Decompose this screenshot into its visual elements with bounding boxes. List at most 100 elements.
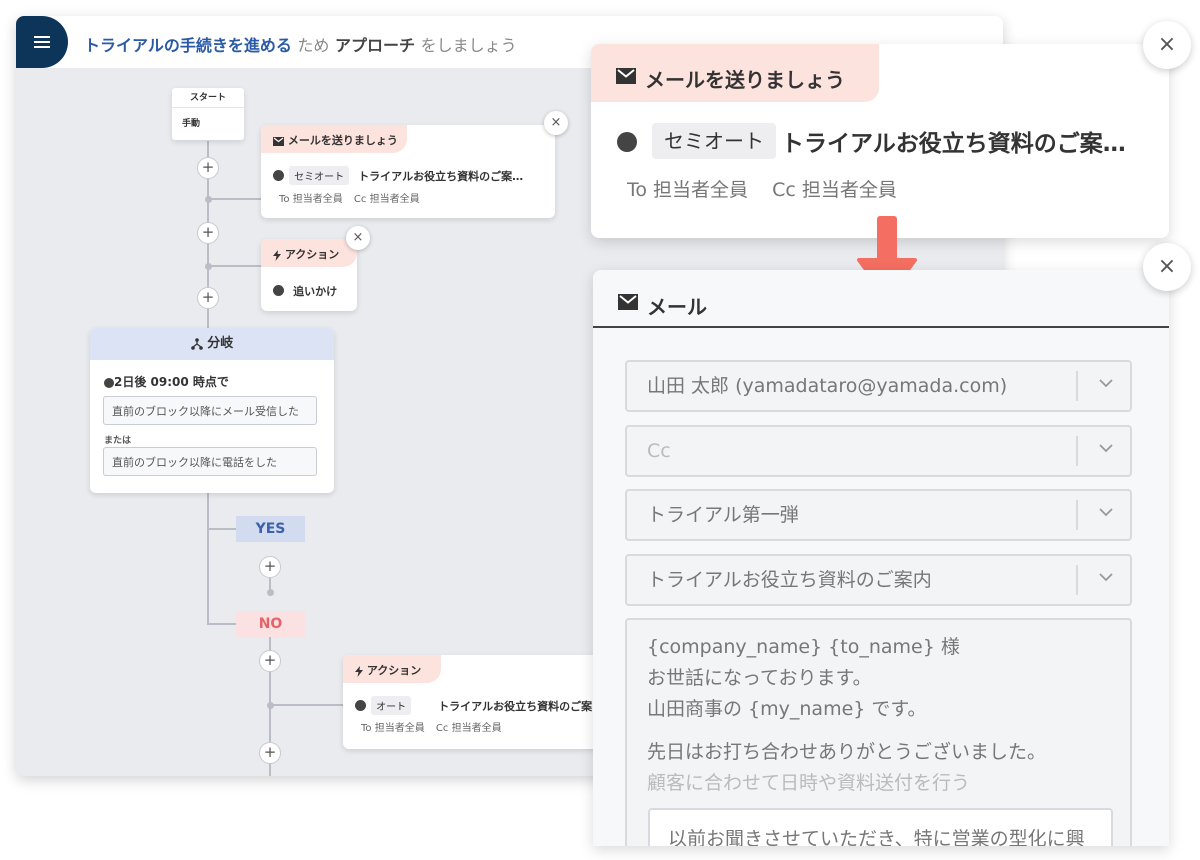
close-mail-editor-button[interactable]: × (1143, 243, 1191, 291)
connector-line (207, 528, 237, 530)
branch-node-header: 分岐 (90, 328, 334, 360)
branch-or-label: または (104, 436, 132, 446)
subject-value: トライアルお役立ち資料のご案内 (647, 569, 932, 591)
add-step-button[interactable]: + (197, 222, 219, 244)
envelope-icon (618, 294, 638, 310)
mail-node-row: セミオート トライアルお役立ち資料のご案… (273, 165, 523, 185)
action-node-tab: アクション (261, 239, 357, 267)
action-node[interactable]: アクション 追いかけ (261, 239, 357, 311)
connector-line (207, 623, 237, 625)
body-line: 山田商事の {my_name} です。 (647, 698, 927, 720)
connector-dot (267, 702, 274, 709)
mail-card-to: To 担当者全員 (627, 179, 749, 201)
connector-dot (267, 589, 274, 596)
add-step-button[interactable]: + (197, 287, 219, 309)
title-suffix: をしましょう (420, 36, 517, 55)
branch-condition-1[interactable]: 直前のブロック以降にメール受信した (103, 396, 317, 425)
action-node-subject: トライアルお役立ち資料のご案 (438, 700, 593, 713)
select-divider (1076, 436, 1078, 466)
select-divider (1076, 371, 1078, 401)
title-goal: トライアルの手続きを進める (84, 36, 292, 55)
status-dot (355, 700, 366, 711)
branch-condition: 2日後 09:00 時点で (104, 373, 229, 390)
lightning-icon (355, 665, 363, 677)
from-value: 山田 太郎 (yamadataro@yamada.com) (647, 375, 1008, 397)
body-line: お世話になっております。 (647, 667, 872, 689)
start-node[interactable]: スタート 手動 (172, 88, 244, 140)
page-title: トライアルの手続きを進める ため アプローチ をしましょう (84, 32, 517, 56)
chevron-down-icon (1099, 573, 1113, 582)
envelope-icon (273, 136, 284, 146)
cc-placeholder: Cc (647, 440, 671, 462)
mail-body-text: {company_name} {to_name} 様 お世話になっております。 … (647, 632, 1046, 799)
action-node-row: オート トライアルお役立ち資料のご案 (355, 695, 592, 715)
connector-line (269, 704, 344, 706)
chevron-down-icon (1099, 379, 1113, 388)
body-line: 先日はお打ち合わせありがとうございました。 (647, 741, 1047, 763)
from-select[interactable]: 山田 太郎 (yamadataro@yamada.com) (625, 360, 1132, 412)
subject-select[interactable]: トライアルお役立ち資料のご案内 (625, 554, 1132, 606)
add-step-button[interactable]: + (259, 742, 281, 764)
mail-editor-header: メール (593, 270, 1169, 328)
envelope-icon (616, 68, 636, 84)
title-approach: アプローチ (335, 36, 416, 55)
lightning-icon (273, 249, 281, 261)
action-node-tab-label: アクション (284, 248, 340, 261)
no-label: NO (236, 611, 305, 637)
chevron-down-icon (1099, 508, 1113, 517)
mode-chip: セミオート (289, 166, 350, 185)
chevron-down-icon (1099, 444, 1113, 453)
select-divider (1076, 500, 1078, 530)
branch-node-title: 分岐 (207, 336, 234, 351)
mode-chip: オート (371, 696, 412, 715)
connector-line (207, 265, 262, 267)
add-step-button[interactable]: + (197, 157, 219, 179)
mail-body-editor[interactable]: {company_name} {to_name} 様 お世話になっております。 … (625, 618, 1132, 846)
action-node-tab: アクション (343, 655, 441, 683)
body-line: {company_name} {to_name} 様 (647, 636, 960, 658)
mail-card-recipients: To 担当者全員 Cc 担当者全員 (627, 175, 897, 202)
status-dot (273, 285, 284, 296)
mail-node-tab: メールを送りましょう (261, 125, 407, 153)
branch-condition-2[interactable]: 直前のブロック以降に電話をした (103, 447, 317, 476)
delete-node-button[interactable]: × (544, 111, 568, 135)
action-node-row: 追いかけ (273, 280, 337, 299)
add-step-button[interactable]: + (259, 556, 281, 578)
status-dot (273, 170, 284, 181)
start-node-title: スタート (172, 88, 244, 108)
action-node-cc: Cc 担当者全員 (435, 723, 502, 734)
branch-node[interactable]: 分岐 2日後 09:00 時点で 直前のブロック以降にメール受信した または 直… (90, 328, 334, 493)
mail-node-tab-label: メールを送りましょう (287, 134, 398, 147)
connector-line (207, 198, 262, 200)
template-value: トライアル第一弾 (647, 504, 799, 526)
menu-button[interactable] (16, 16, 68, 68)
status-dot (104, 377, 114, 388)
mail-card-subject: トライアルお役立ち資料のご案… (781, 131, 1126, 157)
mail-card-tab: メールを送りましょう (591, 44, 879, 102)
mail-card-cc: Cc 担当者全員 (772, 179, 897, 201)
mail-node-to: To 担当者全員 (279, 194, 343, 205)
close-mail-card-button[interactable]: × (1143, 21, 1191, 69)
branch-icon (190, 337, 203, 350)
branch-condition-text: 2日後 09:00 時点で (114, 375, 229, 389)
mail-node[interactable]: メールを送りましょう セミオート トライアルお役立ち資料のご案… To 担当者全… (261, 125, 555, 218)
select-divider (1076, 565, 1078, 595)
cc-select[interactable]: Cc (625, 425, 1132, 477)
title-for: ため (297, 36, 330, 55)
template-select[interactable]: トライアル第一弾 (625, 489, 1132, 541)
mail-node-cc: Cc 担当者全員 (353, 194, 420, 205)
mail-node-subject: トライアルお役立ち資料のご案… (358, 170, 524, 183)
mail-node-recipients: To 担当者全員 Cc 担当者全員 (279, 190, 420, 205)
start-node-trigger: 手動 (182, 119, 201, 129)
yes-label: YES (236, 516, 305, 542)
body-hint: 顧客に合わせて日時や資料送付を行う (647, 772, 971, 794)
mail-card-zoom[interactable]: メールを送りましょう セミオート トライアルお役立ち資料のご案… To 担当者全… (591, 44, 1169, 238)
status-dot (617, 132, 637, 152)
body-quote-block[interactable]: 以前お聞きさせていただき、特に営業の型化に興 (648, 808, 1113, 846)
delete-node-button[interactable]: × (346, 226, 370, 250)
add-step-button[interactable]: + (259, 650, 281, 672)
action-node-recipients: To 担当者全員 Cc 担当者全員 (361, 719, 502, 734)
connector-dot (205, 263, 212, 270)
action-node-label: 追いかけ (293, 285, 338, 298)
connector-line (207, 492, 209, 625)
